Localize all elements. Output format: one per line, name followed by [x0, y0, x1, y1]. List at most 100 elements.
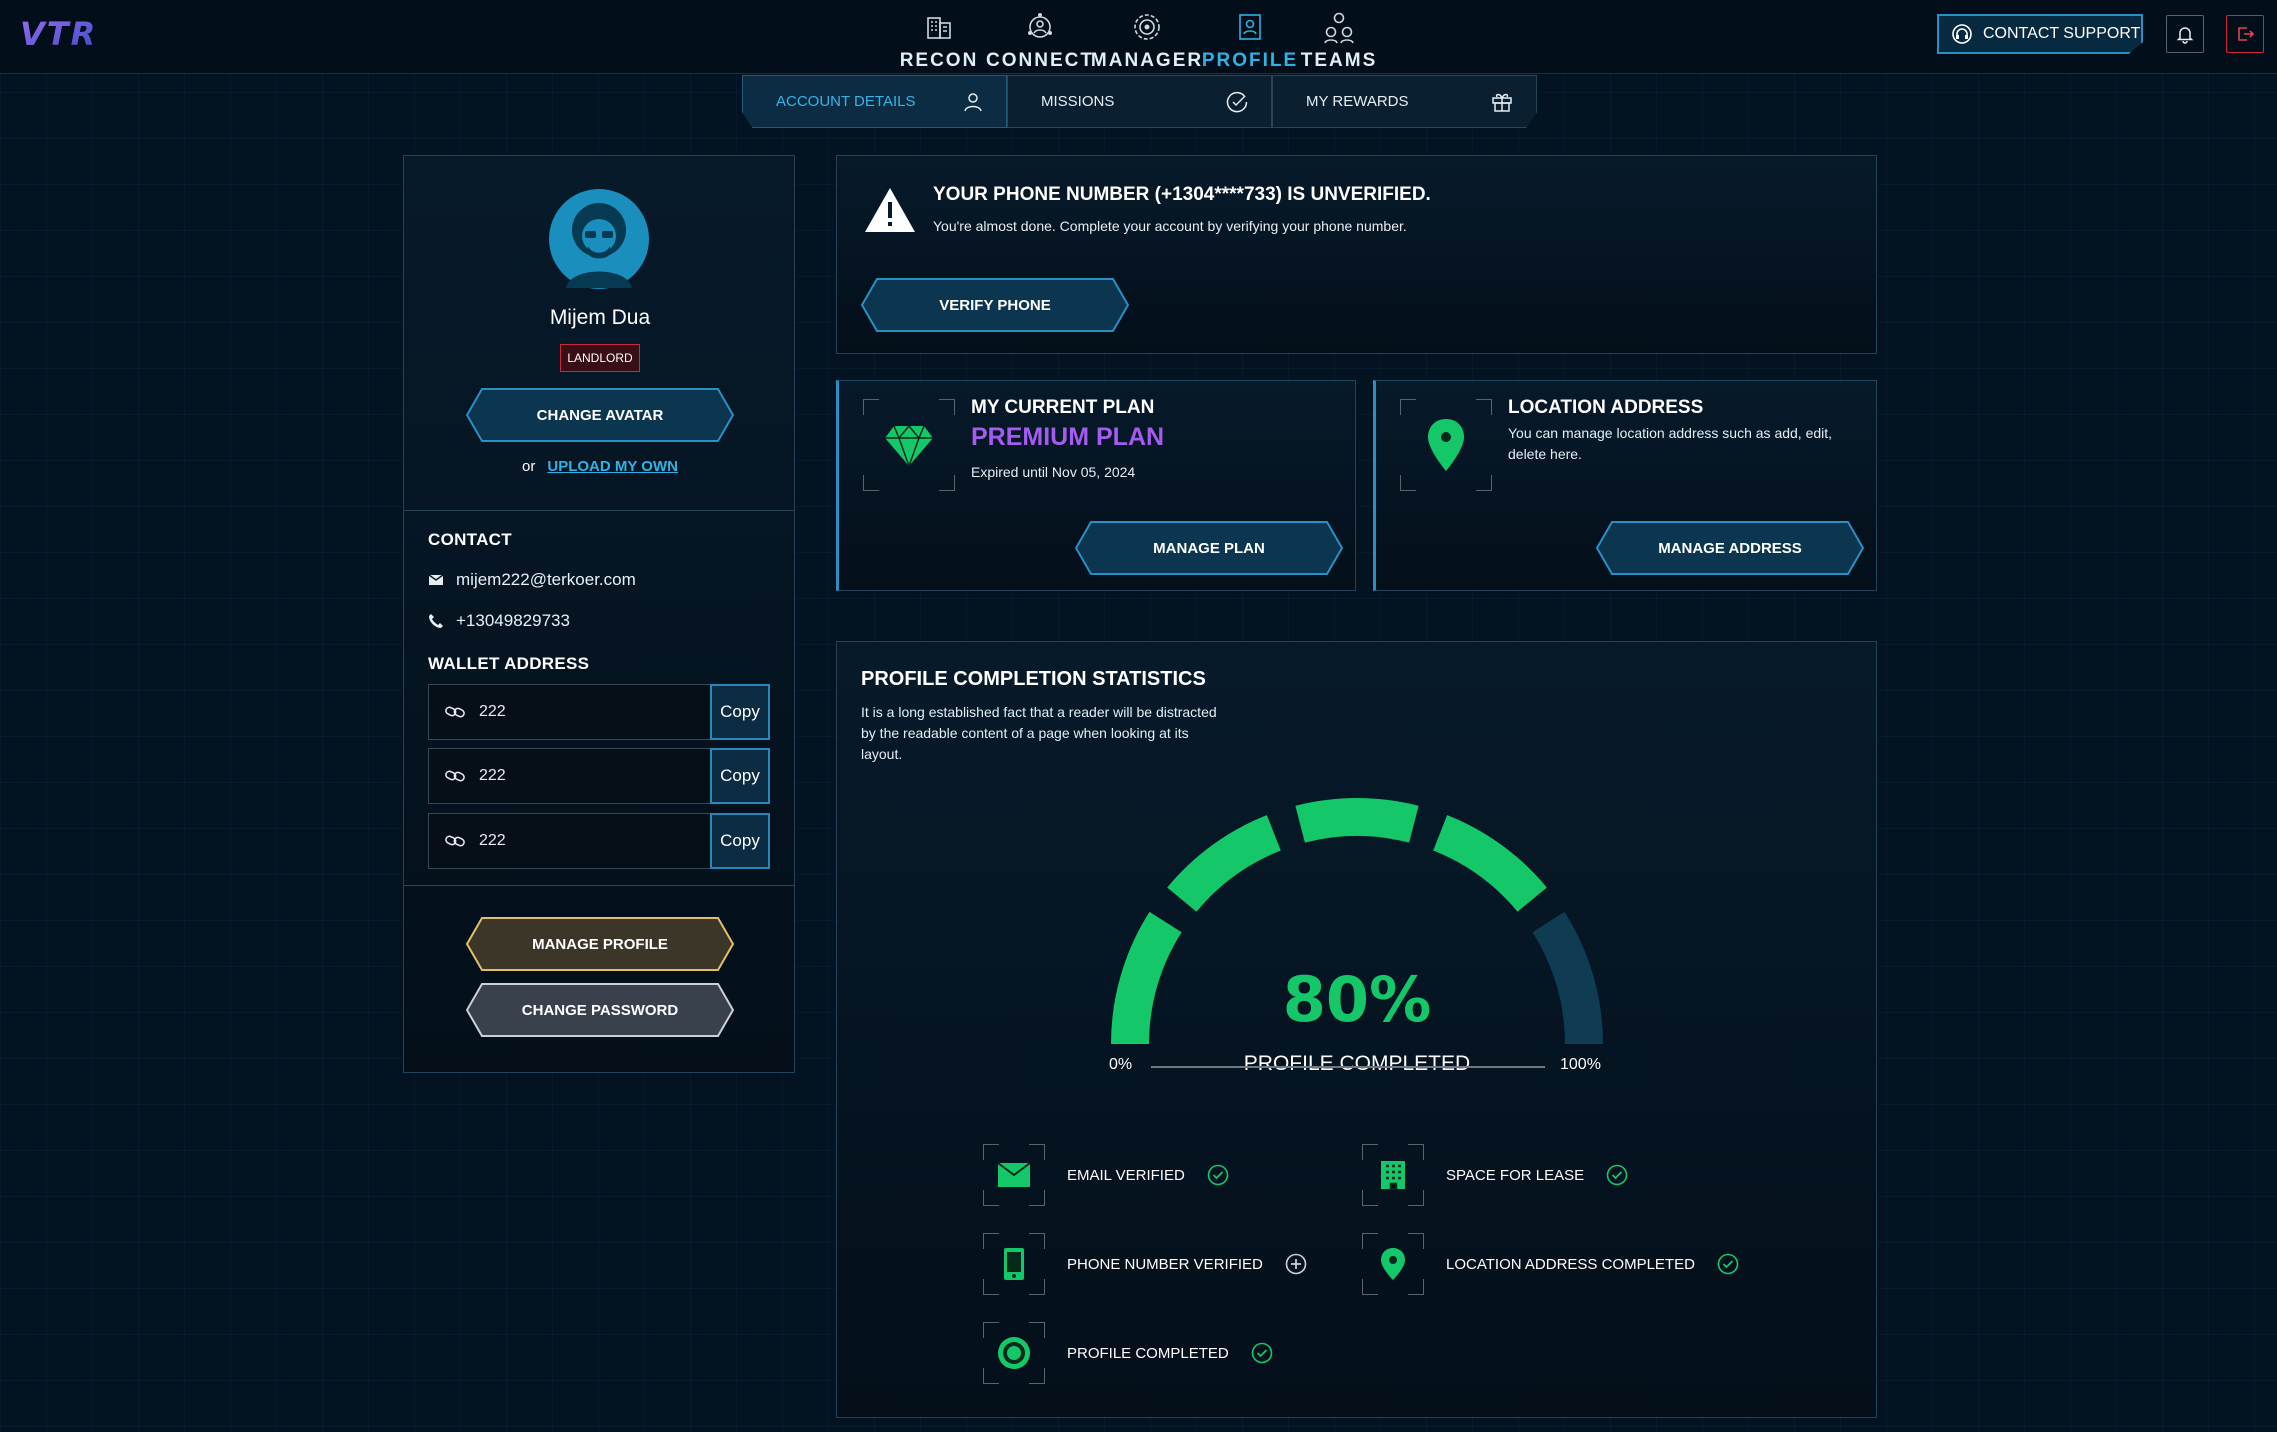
stats-description: It is a long established fact that a rea… — [861, 704, 1217, 762]
completion-gauge: 80% PROFILE COMPLETED — [1111, 798, 1603, 1075]
tab-label: MY REWARDS — [1306, 93, 1409, 110]
nav-label: PROFILE — [1201, 50, 1299, 71]
gauge-max-label: 100% — [1560, 1056, 1601, 1073]
manage-profile-button[interactable]: MANAGE PROFILE — [466, 917, 734, 971]
upload-my-own-link[interactable]: UPLOAD MY OWN — [547, 458, 678, 475]
copy-button[interactable]: Copy — [710, 748, 770, 804]
plan-icon-frame — [863, 399, 955, 491]
stat-label: SPACE FOR LEASE — [1446, 1166, 1585, 1184]
tab-missions[interactable]: MISSIONS — [1007, 75, 1272, 128]
tab-account-details[interactable]: ACCOUNT DETAILS — [742, 75, 1007, 128]
copy-button[interactable]: Copy — [710, 813, 770, 869]
building-icon — [927, 17, 951, 39]
wallet-field[interactable]: 222 — [428, 684, 710, 740]
phone-unverified-alert: YOUR PHONE NUMBER (+1304****733) IS UNVE… — [836, 155, 1877, 354]
stat-phone-verified: PHONE NUMBER VERIFIED — [983, 1233, 1307, 1295]
stat-label: PROFILE COMPLETED — [1067, 1344, 1229, 1362]
tab-my-rewards[interactable]: MY REWARDS — [1272, 75, 1537, 128]
stat-icon-frame — [1362, 1233, 1424, 1295]
stats-heading: PROFILE COMPLETION STATISTICS — [861, 668, 1206, 690]
copy-button[interactable]: Copy — [710, 684, 770, 740]
nav-profile[interactable]: PROFILE — [1202, 2, 1296, 72]
alert-message: You're almost done. Complete your accoun… — [933, 218, 1407, 234]
upload-avatar-row: or UPLOAD MY OWN — [404, 458, 796, 475]
divider — [404, 510, 794, 511]
gauge-segment-filled — [1111, 911, 1182, 1044]
stat-icon-frame — [983, 1144, 1045, 1206]
stat-email-verified: EMAIL VERIFIED — [983, 1144, 1229, 1206]
button-label: MANAGE PROFILE — [532, 935, 668, 953]
headset-icon — [1952, 24, 1972, 44]
wallet-field[interactable]: 222 — [428, 813, 710, 869]
nav-label: MANAGER — [1090, 50, 1204, 71]
building-icon — [1381, 1161, 1405, 1190]
gauge-scale-line — [1151, 1066, 1545, 1068]
button-label: CHANGE PASSWORD — [521, 1001, 679, 1019]
logo-graphic: VTR — [20, 15, 97, 52]
stat-label: EMAIL VERIFIED — [1067, 1166, 1185, 1184]
mail-icon — [428, 574, 444, 585]
email-text: mijem222@terkoer.com — [456, 570, 636, 589]
change-avatar-button[interactable]: CHANGE AVATAR — [466, 388, 734, 442]
gauge-segment-empty — [1532, 911, 1603, 1044]
nav-manager[interactable]: MANAGER — [1091, 2, 1201, 72]
nav-label: CONNECT — [986, 50, 1094, 71]
manage-address-button[interactable]: MANAGE ADDRESS — [1596, 521, 1864, 575]
contact-heading: CONTACT — [428, 530, 512, 549]
wallet-value: 222 — [479, 703, 506, 720]
user-circle-icon — [998, 1337, 1030, 1369]
manage-plan-button[interactable]: MANAGE PLAN — [1075, 521, 1343, 575]
gauge-caption: PROFILE COMPLETED — [1244, 1052, 1470, 1075]
link-icon — [445, 706, 465, 718]
check-icon — [1717, 1253, 1739, 1275]
stat-label: PHONE NUMBER VERIFIED — [1067, 1255, 1263, 1273]
check-circle-icon — [1226, 91, 1248, 112]
nav-teams[interactable]: TEAMS — [1301, 2, 1376, 72]
divider — [404, 885, 794, 886]
wallet-heading: WALLET ADDRESS — [428, 654, 590, 673]
wallet-field[interactable]: 222 — [428, 748, 710, 804]
vtr-logo[interactable]: VTR — [16, 14, 116, 52]
location-pin-icon — [1381, 1248, 1405, 1280]
contact-support-label: CONTACT SUPPORT — [1983, 25, 2141, 42]
nav-connect[interactable]: CONNECT — [986, 2, 1092, 72]
button-label: MANAGE ADDRESS — [1658, 539, 1802, 557]
stat-icon-frame — [983, 1233, 1045, 1295]
button-label: VERIFY PHONE — [939, 296, 1051, 314]
check-icon — [1251, 1342, 1273, 1364]
smartphone-icon — [1004, 1248, 1024, 1280]
teams-icon — [1324, 12, 1354, 44]
nav-recon[interactable]: RECON — [899, 2, 979, 72]
logout-icon — [2238, 27, 2255, 41]
stat-icon-frame — [983, 1322, 1045, 1384]
logout-button[interactable] — [2226, 15, 2264, 53]
gauge-segment-filled — [1295, 798, 1419, 843]
stat-location-address-completed: LOCATION ADDRESS COMPLETED — [1362, 1233, 1739, 1295]
link-icon — [445, 835, 465, 847]
gauge-min-label: 0% — [1109, 1056, 1133, 1073]
profile-icon — [1239, 14, 1261, 40]
change-password-button[interactable]: CHANGE PASSWORD — [466, 983, 734, 1037]
link-icon — [445, 770, 465, 782]
add-icon[interactable] — [1285, 1253, 1307, 1275]
wallet-row: 222 Copy — [428, 748, 770, 804]
wallet-row: 222 Copy — [428, 684, 770, 740]
gift-icon — [1492, 93, 1512, 112]
svg-text:VTR: VTR — [20, 15, 97, 52]
notifications-button[interactable] — [2166, 15, 2204, 53]
nav-label: RECON — [899, 50, 979, 71]
diamond-icon — [885, 425, 933, 467]
contact-email: mijem222@terkoer.com — [428, 570, 636, 590]
address-heading: LOCATION ADDRESS — [1508, 397, 1704, 418]
location-address-card: LOCATION ADDRESS You can manage location… — [1373, 380, 1877, 591]
contact-support-button[interactable]: CONTACT SUPPORT — [1937, 14, 2143, 54]
gauge-segment-filled — [1167, 815, 1281, 912]
button-label: CHANGE AVATAR — [536, 406, 664, 424]
phone-icon — [429, 614, 443, 628]
avatar[interactable] — [548, 188, 650, 290]
profile-card: Mijem Dua LANDLORD CHANGE AVATAR or UPLOA… — [403, 155, 795, 1073]
role-badge: LANDLORD — [560, 344, 640, 372]
verify-phone-button[interactable]: VERIFY PHONE — [861, 278, 1129, 332]
button-label: MANAGE PLAN — [1153, 539, 1265, 557]
tab-label: ACCOUNT DETAILS — [776, 93, 916, 110]
